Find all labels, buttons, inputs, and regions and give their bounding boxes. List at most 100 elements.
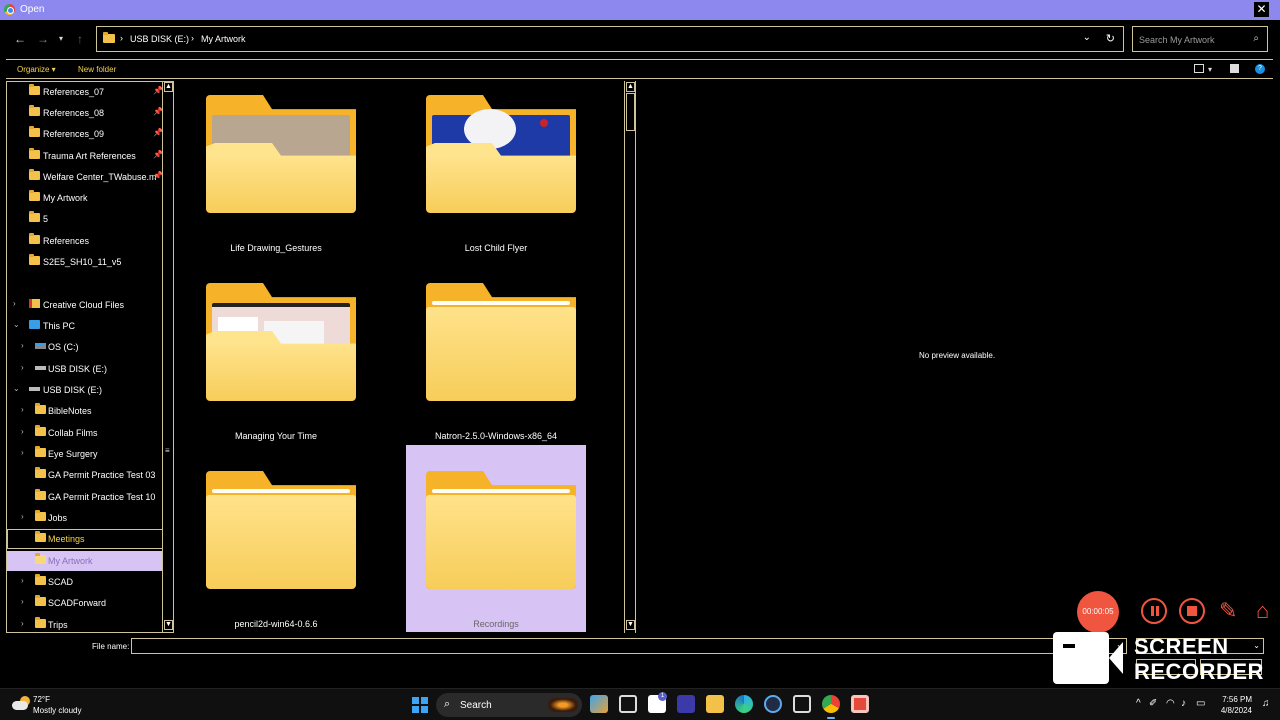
tree-item-usb-disk-expanded[interactable]: ⌄ USB DISK (E:) (7, 380, 163, 400)
screen-recorder-app-icon[interactable] (851, 695, 869, 713)
tree-item-folder[interactable]: › Trips (7, 615, 163, 635)
pen-tool-icon[interactable]: ✎ (1219, 598, 1237, 624)
expand-chevron-icon[interactable]: › (21, 512, 24, 521)
weather-description[interactable]: Mostly cloudy (33, 706, 81, 715)
collapse-chevron-icon[interactable]: ⌄ (13, 320, 20, 329)
recent-locations-chevron-icon[interactable]: ▾ (59, 34, 63, 43)
expand-chevron-icon[interactable]: › (21, 619, 24, 628)
show-hidden-icons-chevron-icon[interactable]: ^ (1136, 698, 1141, 709)
battery-icon[interactable]: ▭ (1196, 698, 1205, 709)
pen-menu-icon[interactable]: ✐ (1149, 698, 1157, 709)
view-options-chevron-icon[interactable]: ▾ (1208, 65, 1212, 74)
expand-chevron-icon[interactable]: › (13, 299, 16, 308)
pause-recording-icon[interactable] (1141, 598, 1167, 624)
wifi-icon[interactable]: ◠ (1166, 698, 1175, 709)
weather-temperature[interactable]: 72°F (33, 695, 50, 704)
quick-access-item[interactable]: S2E5_SH10_11_v5 (7, 252, 163, 272)
taskbar-search[interactable]: ⌕ Search (436, 693, 582, 717)
file-name-input[interactable] (131, 638, 1127, 654)
folder-name: Recordings (473, 619, 519, 629)
tree-item-folder[interactable]: › Eye Surgery (7, 444, 163, 464)
tree-item-folder[interactable]: › BibleNotes (7, 401, 163, 421)
edge-icon[interactable] (735, 695, 753, 713)
tree-item-my-artwork-selected[interactable]: My Artwork (7, 551, 163, 571)
up-arrow-icon[interactable]: ↑ (77, 32, 83, 46)
scroll-up-arrow-icon[interactable]: ▲ (626, 82, 635, 92)
address-dropdown-chevron-icon[interactable]: ⌄ (1083, 32, 1091, 43)
expand-chevron-icon[interactable]: › (21, 597, 24, 606)
tree-item-folder[interactable]: GA Permit Practice Test 03 (7, 465, 163, 485)
expand-chevron-icon[interactable]: › (21, 427, 24, 436)
quick-access-item[interactable]: Trauma Art References 📌 (7, 146, 163, 166)
stop-recording-icon[interactable] (1179, 598, 1205, 624)
forward-arrow-icon[interactable]: → (37, 32, 49, 46)
task-view-icon[interactable] (619, 695, 637, 713)
weather-cloudy-icon[interactable] (12, 696, 30, 710)
recording-timer[interactable]: 00:00:05 (1077, 591, 1119, 633)
scroll-up-arrow-icon[interactable]: ▲ (164, 82, 173, 92)
teams-icon[interactable]: 1 (648, 692, 667, 713)
tree-item-os-c[interactable]: › OS (C:) (7, 337, 163, 357)
volume-icon[interactable]: ♪ (1181, 698, 1186, 709)
quick-access-item[interactable]: References_08 📌 (7, 103, 163, 123)
address-bar[interactable]: › USB DISK (E:) › My Artwork ⌄ ↻ (96, 26, 1124, 52)
media-player-icon[interactable] (764, 695, 782, 713)
scroll-grip-icon[interactable]: ≡ (165, 446, 170, 455)
file-explorer-icon[interactable] (706, 695, 724, 713)
quick-access-item[interactable]: My Artwork (7, 188, 163, 208)
preview-pane-icon[interactable] (1230, 64, 1239, 73)
tree-item-folder[interactable]: › SCADForward (7, 593, 163, 613)
tree-item-creative-cloud[interactable]: › Creative Cloud Files (7, 295, 163, 315)
breadcrumb-my-artwork[interactable]: My Artwork (201, 34, 246, 44)
tree-item-folder[interactable]: › SCAD (7, 572, 163, 592)
expand-chevron-icon[interactable]: › (21, 405, 24, 414)
folder-tile-selected[interactable]: Recordings (406, 445, 586, 632)
file-list-scrollbar[interactable]: ▲ ▼ (624, 81, 636, 633)
copilot-icon[interactable] (590, 695, 608, 713)
pc-icon (29, 320, 40, 329)
folder-tile[interactable]: Life Drawing_Gestures (186, 81, 366, 261)
search-box[interactable]: Search My Artwork ⌕ (1132, 26, 1268, 52)
expand-chevron-icon[interactable]: › (21, 341, 24, 350)
folder-tile[interactable]: pencil2d-win64-0.6.6 (186, 457, 366, 637)
breadcrumb-usb-disk[interactable]: USB DISK (E:) (130, 34, 189, 44)
organize-button[interactable]: Organize ▾ (17, 65, 56, 74)
tree-item-folder[interactable]: › Jobs (7, 508, 163, 528)
folder-tile[interactable]: Lost Child Flyer (406, 81, 586, 261)
expand-chevron-icon[interactable]: › (21, 576, 24, 585)
quick-access-item[interactable]: Welfare Center_TWabuse.m 📌 (7, 167, 163, 187)
folder-tile[interactable]: Managing Your Time (186, 269, 366, 449)
back-arrow-icon[interactable]: ← (14, 32, 26, 46)
clock-date[interactable]: 4/8/2024 (1216, 706, 1252, 715)
tree-item-folder[interactable]: GA Permit Practice Test 10 (7, 487, 163, 507)
mail-icon[interactable] (793, 695, 811, 713)
chrome-icon[interactable] (822, 695, 840, 719)
new-folder-button[interactable]: New folder (78, 65, 116, 74)
navigation-pane-scrollbar[interactable]: ▲ ≡ ▼ (162, 81, 174, 633)
quick-access-item[interactable]: References_09 📌 (7, 124, 163, 144)
notification-bell-icon[interactable]: ♫ (1262, 698, 1270, 709)
help-icon[interactable]: ? (1255, 64, 1265, 74)
expand-chevron-icon[interactable]: › (21, 448, 24, 457)
collapse-chevron-icon[interactable]: ⌄ (13, 384, 20, 393)
close-button[interactable]: ✕ (1254, 2, 1269, 17)
tree-item-meetings[interactable]: Meetings (7, 529, 163, 549)
scroll-down-arrow-icon[interactable]: ▼ (164, 620, 173, 630)
quick-access-item[interactable]: References_07 📌 (7, 82, 163, 102)
tree-item-usb-disk[interactable]: › USB DISK (E:) (7, 359, 163, 379)
expand-chevron-icon[interactable]: › (21, 363, 24, 372)
pen-app-icon[interactable] (677, 695, 695, 713)
clock-time[interactable]: 7:56 PM (1222, 695, 1252, 704)
tree-item-folder[interactable]: › Collab Films (7, 423, 163, 443)
change-view-icon[interactable] (1194, 64, 1204, 73)
folder-tile[interactable]: Natron-2.5.0-Windows-x86_64 (406, 269, 586, 449)
quick-access-item[interactable]: 5 (7, 209, 163, 229)
search-icon[interactable]: ⌕ (1253, 33, 1259, 44)
home-icon[interactable]: ⌂ (1256, 598, 1269, 624)
tree-item-this-pc[interactable]: ⌄ This PC (7, 316, 163, 336)
refresh-icon[interactable]: ↻ (1106, 32, 1115, 45)
scroll-thumb[interactable] (626, 93, 635, 131)
scroll-down-arrow-icon[interactable]: ▼ (626, 620, 635, 630)
windows-start-icon[interactable] (412, 697, 428, 713)
quick-access-item[interactable]: References (7, 231, 163, 251)
